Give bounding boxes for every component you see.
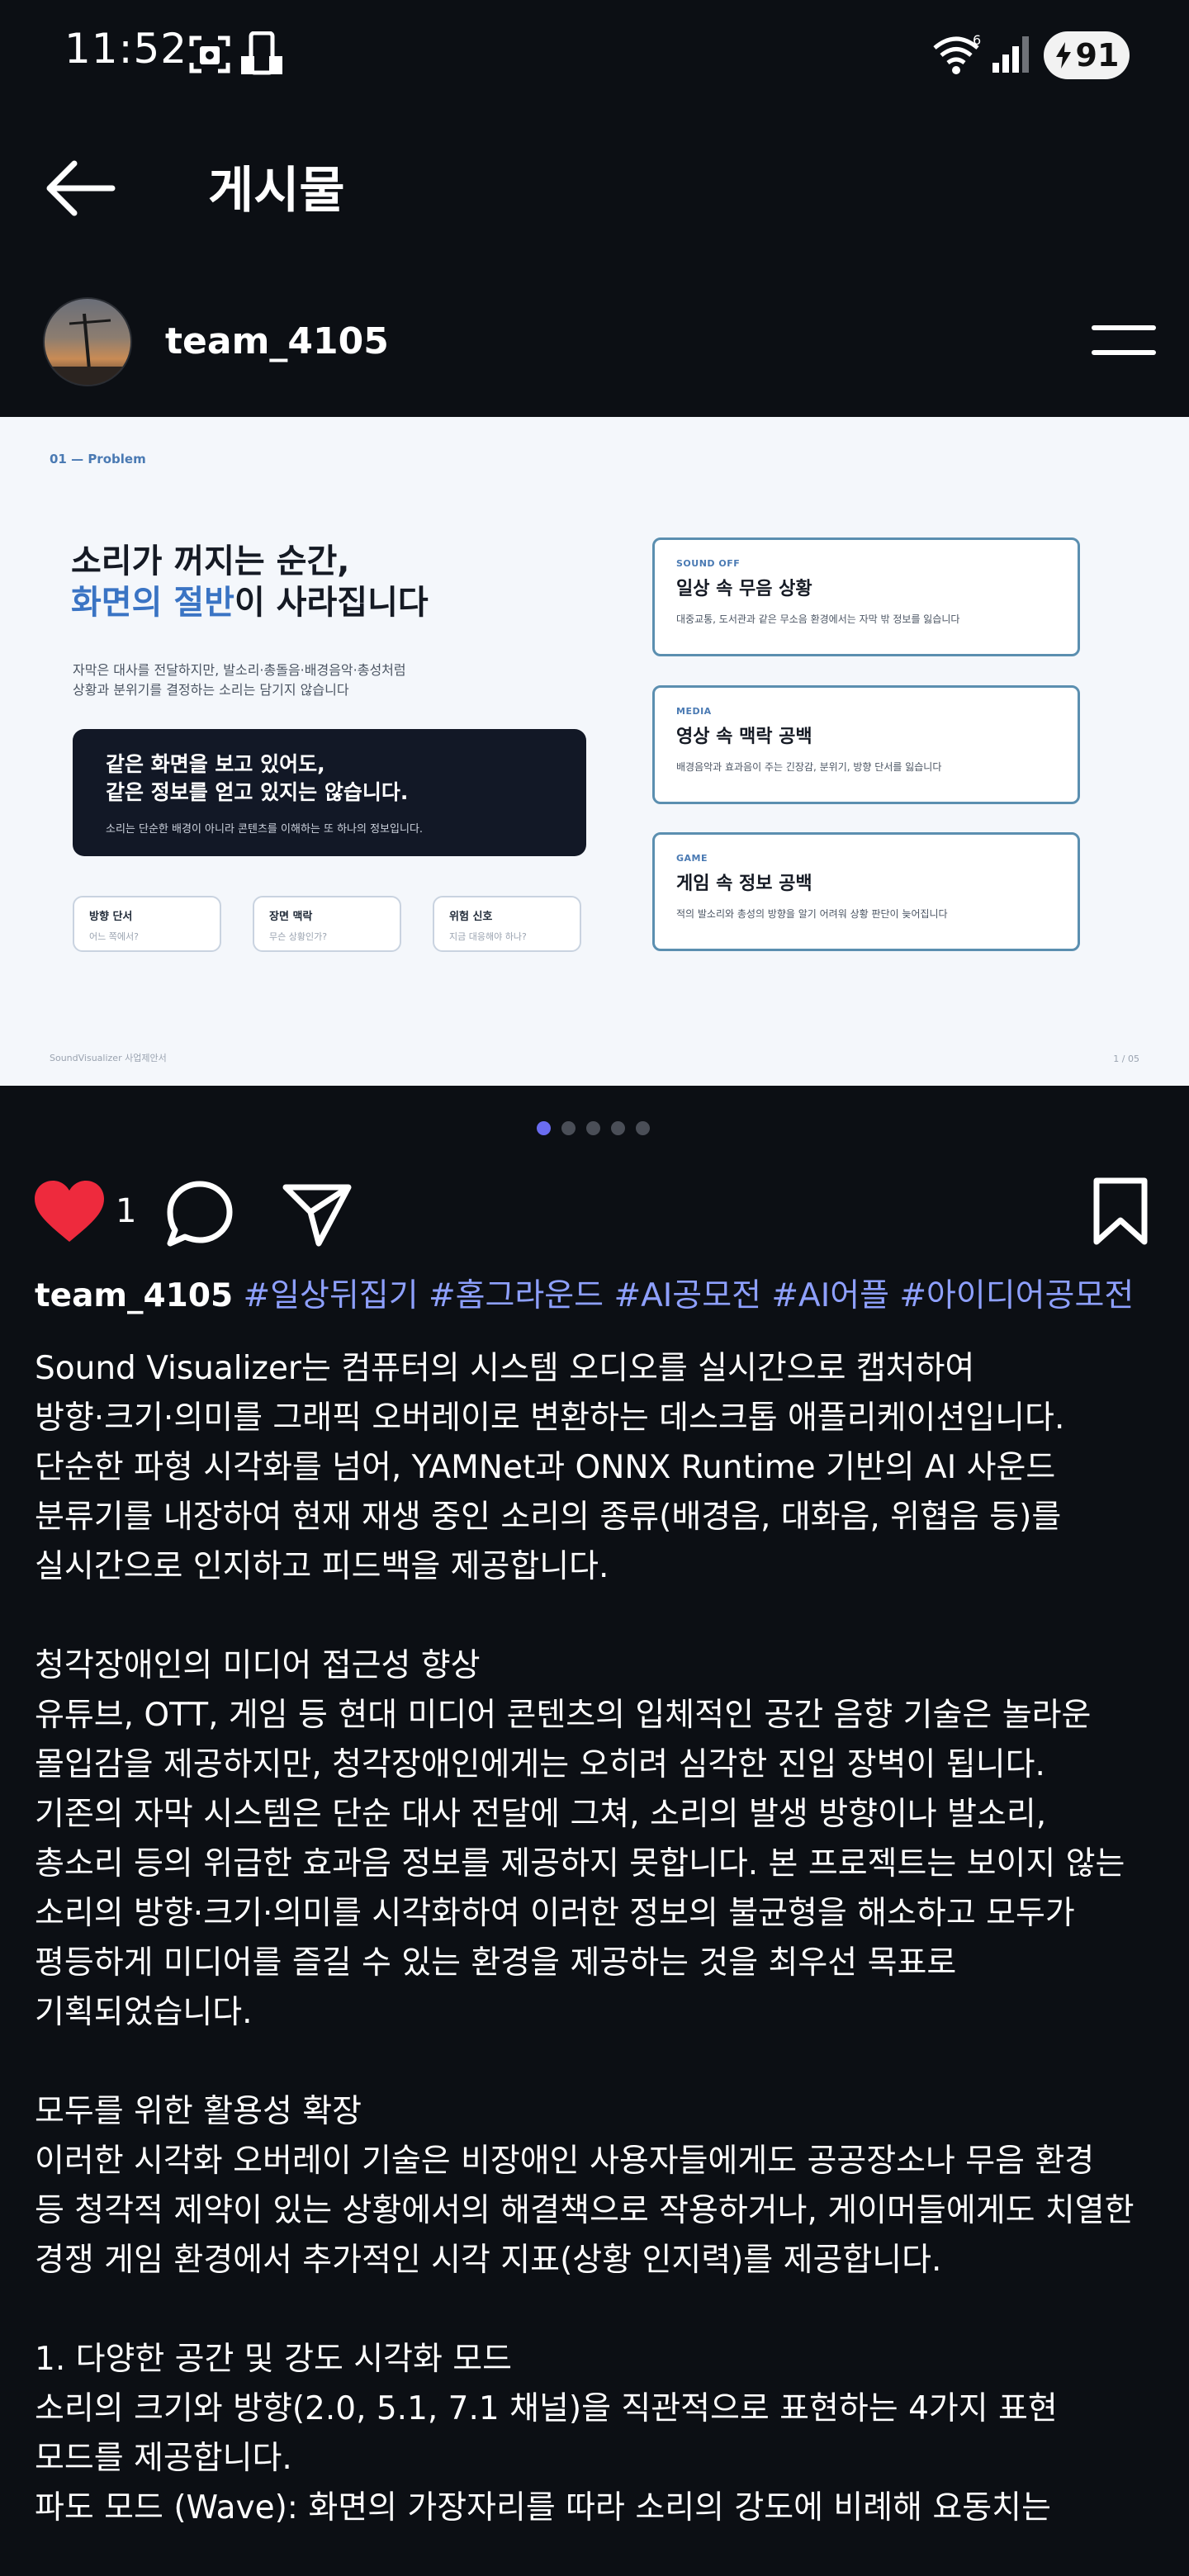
- caption-hashtags[interactable]: #일상뒤집기 #홈그라운드 #AI공모전 #AI어플 #아이디어공모전: [244, 1277, 1135, 1314]
- slide-pill: 위험 신호 지금 대응해야 하나?: [433, 896, 581, 952]
- caption-line: 유튜브, OTT, 게임 등 현대 미디어 콘텐츠의 입체적인 공간 음향 기술…: [35, 1697, 1092, 1734]
- post-header: 게시물: [0, 107, 1189, 264]
- author-username[interactable]: team_4105: [165, 320, 389, 362]
- pager-dot[interactable]: [561, 1121, 576, 1135]
- screenshot-icon: [189, 36, 230, 73]
- box-line1: 같은 화면을 보고 있어도,: [106, 752, 325, 776]
- hamburger-menu-icon: [1092, 325, 1156, 330]
- caption-header: team_4105 #일상뒤집기 #홈그라운드 #AI공모전 #AI어플 #아이…: [35, 1271, 1166, 1321]
- comment-icon[interactable]: [163, 1179, 236, 1248]
- slide-subtext: 자막은 대사를 전달하지만, 발소리·총돌음·배경음악·총성처럼 상황과 분위기…: [73, 661, 502, 700]
- card-desc: 대중교통, 도서관과 같은 무소음 환경에서는 자막 밖 정보를 잃습니다: [676, 613, 960, 625]
- caption-line: 등 청각적 제약이 있는 상황에서의 해결책으로 작용하거나, 게이머들에게도 …: [35, 2192, 1135, 2229]
- card-kicker: GAME: [676, 853, 708, 864]
- hamburger-menu-icon-line: [1092, 350, 1156, 355]
- headline-highlight: 화면의 절반: [71, 584, 234, 622]
- avatar-image: [45, 313, 130, 385]
- slide-page-number: 1 / 05: [1113, 1054, 1139, 1064]
- pager-dot[interactable]: [611, 1121, 625, 1135]
- subtext-line1: 자막은 대사를 전달하지만, 발소리·총돌음·배경음악·총성처럼: [73, 662, 406, 678]
- caption-line: 실시간으로 인지하고 피드백을 제공합니다.: [35, 1548, 609, 1585]
- phone-settings-icon: [241, 31, 282, 75]
- slide-kicker: 01 — Problem: [50, 452, 146, 466]
- battery-level: 91: [1075, 37, 1120, 73]
- caption-line: 총소리 등의 위급한 효과음 정보를 제공하지 못합니다. 본 프로젝트는 보이…: [35, 1845, 1125, 1882]
- caption-line: 이러한 시각화 오버레이 기술은 비장애인 사용자들에게도 공공장소나 무음 환…: [35, 2143, 1095, 2180]
- pager-dot[interactable]: [586, 1121, 600, 1135]
- pill-sub: 어느 쪽에서?: [89, 931, 139, 942]
- caption-line: 기획되었습니다.: [35, 1994, 253, 2031]
- caption-line: 평등하게 미디어를 즐길 수 있는 환경을 제공하는 것을 최우선 목표로: [35, 1944, 957, 1982]
- slide-card: MEDIA 영상 속 맥락 공백 배경음악과 효과음이 주는 긴장감, 분위기,…: [652, 685, 1080, 804]
- caption-line: 모두를 위한 활용성 확장: [35, 2093, 362, 2130]
- card-desc: 적의 발소리와 총성의 방향을 알기 어려워 상황 판단이 늦어집니다: [676, 908, 948, 920]
- slide-pill: 방향 단서 어느 쪽에서?: [73, 896, 221, 952]
- caption-line: 경쟁 게임 환경에서 추가적인 시각 지표(상황 인지력)를 제공합니다.: [35, 2242, 942, 2279]
- headline-line2: 화면의 절반이 사라집니다: [71, 582, 429, 623]
- card-kicker: SOUND OFF: [676, 558, 741, 569]
- slide-highlight-box: 같은 화면을 보고 있어도, 같은 정보를 얻고 있지는 않습니다. 소리는 단…: [73, 729, 586, 856]
- subtext-line2: 상황과 분위기를 결정하는 소리는 담기지 않습니다: [73, 682, 349, 698]
- box-line2: 같은 정보를 얻고 있지는 않습니다.: [106, 780, 409, 804]
- page-title: 게시물: [208, 162, 345, 220]
- arrow-left-icon: [46, 160, 116, 216]
- like-count: 1: [116, 1192, 137, 1230]
- card-title: 게임 속 정보 공백: [676, 874, 812, 894]
- post-caption: team_4105 #일상뒤집기 #홈그라운드 #AI공모전 #AI어플 #아이…: [35, 1271, 1166, 2533]
- pill-sub: 무슨 상황인가?: [269, 931, 328, 942]
- caption-line: 모드를 제공합니다.: [35, 2440, 292, 2477]
- slide-card: SOUND OFF 일상 속 무음 상황 대중교통, 도서관과 같은 무소음 환…: [652, 537, 1080, 656]
- pager-dot-active[interactable]: [537, 1121, 551, 1135]
- back-button[interactable]: [45, 155, 117, 221]
- caption-line: Sound Visualizer는 컴퓨터의 시스템 오디오를 실시간으로 캡처…: [35, 1350, 975, 1387]
- menu-button[interactable]: [1092, 325, 1156, 362]
- avatar[interactable]: [43, 297, 132, 386]
- card-kicker: MEDIA: [676, 706, 712, 717]
- pill-sub: 지금 대응해야 하나?: [449, 931, 527, 942]
- pill-title: 방향 단서: [89, 911, 133, 923]
- card-title: 영상 속 맥락 공백: [676, 727, 812, 747]
- wifi-icon: 6: [933, 33, 981, 74]
- pager-dot[interactable]: [636, 1121, 650, 1135]
- signal-icon: [992, 36, 1029, 73]
- box-note: 소리는 단순한 배경이 아니라 콘텐츠를 이해하는 또 하나의 정보입니다.: [106, 823, 424, 836]
- card-desc: 배경음악과 효과음이 주는 긴장감, 분위기, 방향 단서를 잃습니다: [676, 761, 942, 773]
- caption-line: 몰입감을 제공하지만, 청각장애인에게는 오히려 심각한 진입 장벽이 됩니다.: [35, 1746, 1045, 1783]
- bookmark-icon[interactable]: [1092, 1177, 1149, 1247]
- slide-card: GAME 게임 속 정보 공백 적의 발소리와 총성의 방향을 알기 어려워 상…: [652, 832, 1080, 951]
- battery-indicator: 91: [1044, 31, 1130, 79]
- post-author-row: team_4105: [0, 264, 1189, 417]
- pill-title: 장면 맥락: [269, 911, 313, 923]
- status-bar: 11:52 6 91: [0, 0, 1189, 107]
- slide-headline: 소리가 꺼지는 순간, 화면의 절반이 사라집니다: [71, 541, 429, 623]
- caption-username[interactable]: team_4105: [35, 1277, 233, 1314]
- card-title: 일상 속 무음 상황: [676, 579, 812, 599]
- caption-line: 분류기를 내장하여 현재 재생 중인 소리의 종류(배경음, 대화음, 위협음 …: [35, 1499, 1062, 1536]
- share-icon[interactable]: [281, 1179, 353, 1248]
- battery-charging-icon: [1055, 42, 1071, 69]
- caption-line: 방향·크기·의미를 그래픽 오버레이로 변환하는 데스크톱 애플리케이션입니다.: [35, 1399, 1065, 1437]
- caption-line: 청각장애인의 미디어 접근성 향상: [35, 1647, 481, 1684]
- post-image-slide[interactable]: 01 — Problem 소리가 꺼지는 순간, 화면의 절반이 사라집니다 자…: [0, 417, 1189, 1086]
- headline-line1: 소리가 꺼지는 순간,: [71, 542, 350, 580]
- caption-line: 1. 다양한 공간 및 강도 시각화 모드: [35, 2341, 513, 2378]
- heart-icon[interactable]: [33, 1179, 106, 1245]
- caption-line: 소리의 방향·크기·의미를 시각화하여 이러한 정보의 불균형을 해소하고 모두…: [35, 1895, 1075, 1932]
- headline-rest: 이 사라집니다: [234, 584, 429, 622]
- caption-line: 단순한 파형 시각화를 넘어, YAMNet과 ONNX Runtime 기반의…: [35, 1449, 1056, 1486]
- carousel-pager: [537, 1121, 650, 1138]
- slide-footer-left: SoundVisualizer 사업제안서: [50, 1053, 167, 1063]
- svg-text:6: 6: [973, 33, 981, 48]
- caption-line: 기존의 자막 시스템은 단순 대사 전달에 그쳐, 소리의 발생 방향이나 발소…: [35, 1796, 1047, 1833]
- slide-pill: 장면 맥락 무슨 상황인가?: [253, 896, 401, 952]
- pill-title: 위험 신호: [449, 911, 493, 923]
- caption-line: 파도 모드 (Wave): 화면의 가장자리를 따라 소리의 강도에 비례해 요…: [35, 2489, 1051, 2526]
- status-time: 11:52: [64, 25, 188, 73]
- post-actions: 1: [0, 1172, 1189, 1255]
- caption-line: 소리의 크기와 방향(2.0, 5.1, 7.1 채널)을 직관적으로 표현하는…: [35, 2390, 1058, 2427]
